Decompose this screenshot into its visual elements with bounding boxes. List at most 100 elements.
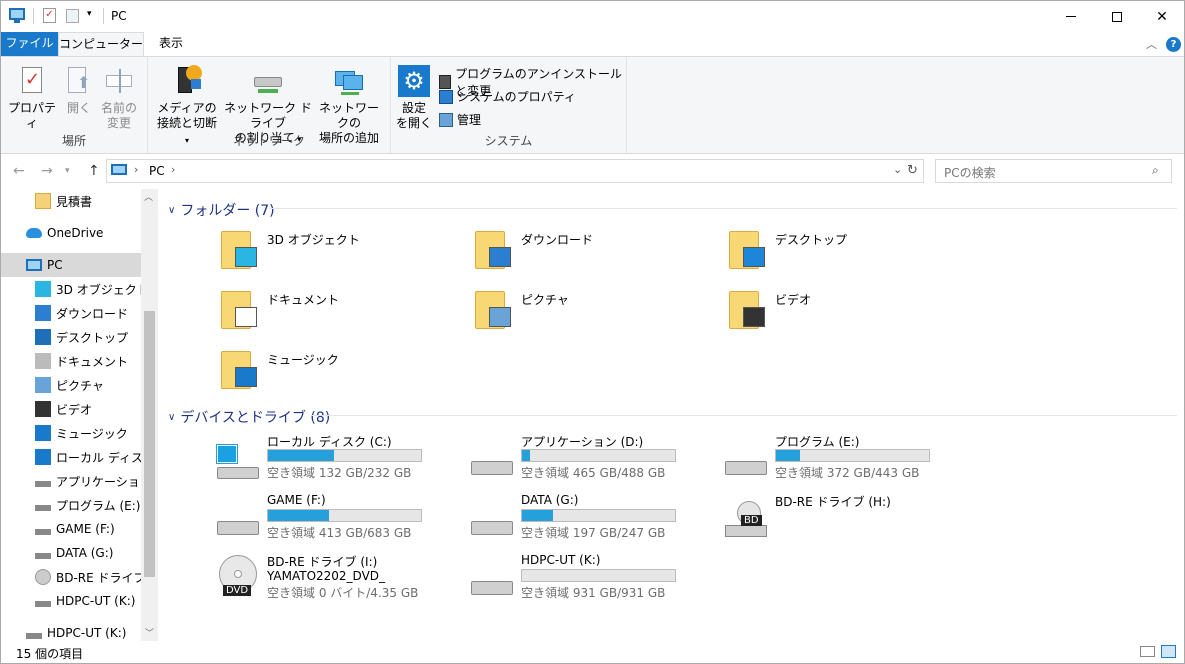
nav-item[interactable]: デスクトップ xyxy=(1,325,141,349)
folder-label: ピクチャ xyxy=(521,293,569,307)
drives-section-header[interactable]: ∨ デバイスとドライブ (8) xyxy=(168,407,330,427)
title-bar: ✓ ▾ PC ✕ xyxy=(1,1,1184,32)
folder-item[interactable]: ミュージック xyxy=(221,349,461,405)
drive-item[interactable]: プログラム (E:) 空き領域 372 GB/443 GB xyxy=(725,433,975,489)
properties-button[interactable]: ✓ プロパティ xyxy=(7,65,57,131)
large-icons-view-icon[interactable] xyxy=(1161,645,1176,658)
manage-button[interactable]: 管理 xyxy=(439,111,481,128)
nav-item-quote[interactable]: 見積書 xyxy=(1,189,141,213)
tab-view[interactable]: 表示 xyxy=(149,32,193,56)
folder-item[interactable]: ビデオ xyxy=(729,289,969,345)
folders-section-header[interactable]: ∨ フォルダー (7) xyxy=(168,200,275,220)
folder-item[interactable]: 3D オブジェクト xyxy=(221,229,461,285)
item-count: 15 個の項目 xyxy=(16,647,84,661)
drive-volume-label: YAMATO2202_DVD_ xyxy=(267,569,386,583)
disc-icon xyxy=(35,569,51,585)
group-system: ⚙ 設定 を開く プログラムのアンインストールと変更 システムのプロパティ 管理… xyxy=(391,57,627,153)
drive-item[interactable]: DATA (G:) 空き領域 197 GB/247 GB xyxy=(471,493,721,549)
drive-free-space: 空き領域 413 GB/683 GB xyxy=(267,526,412,540)
hard-drive-icon xyxy=(471,461,513,475)
ribbon: ✓ プロパティ ⬆ 開く 名前の 変更 場所 メディアの 接続と切断 ▾ ネット… xyxy=(1,56,1184,154)
hard-drive-icon xyxy=(725,461,767,475)
drive-name: HDPC-UT (K:) xyxy=(521,553,601,567)
drive-name: BD-RE ドライブ (I:) xyxy=(267,555,378,569)
music-icon xyxy=(235,367,257,387)
desktop-icon xyxy=(35,329,51,345)
nav-item[interactable]: ビデオ xyxy=(1,397,141,421)
drive-item[interactable]: BD BD-RE ドライブ (H:) xyxy=(725,493,975,549)
nav-item[interactable]: ピクチャ xyxy=(1,373,141,397)
download-icon xyxy=(489,247,511,267)
drive-name: ローカル ディスク (C:) xyxy=(267,435,392,449)
drive-item[interactable]: アプリケーション (D:) 空き領域 465 GB/488 GB xyxy=(471,433,721,489)
nav-item[interactable]: HDPC-UT (K:) xyxy=(1,589,141,613)
nav-item-onedrive[interactable]: OneDrive xyxy=(1,221,141,245)
drive-usage-bar xyxy=(267,449,422,462)
open-settings-button[interactable]: ⚙ 設定 を開く xyxy=(396,65,432,131)
picture-icon xyxy=(489,307,511,327)
crumb-separator-icon[interactable]: › xyxy=(134,163,138,176)
nav-item[interactable]: ドキュメント xyxy=(1,349,141,373)
refresh-icon[interactable]: ↻ xyxy=(907,163,918,178)
crumb-expand-icon[interactable]: › xyxy=(171,163,175,176)
properties-quick-icon[interactable]: ✓ xyxy=(43,8,56,23)
minimize-button[interactable] xyxy=(1048,1,1094,32)
nav-item[interactable]: プログラム (E:) xyxy=(1,493,141,517)
rename-button[interactable]: 名前の 変更 xyxy=(99,65,139,131)
onedrive-cloud-icon xyxy=(26,228,42,238)
breadcrumb-pc[interactable]: PC xyxy=(149,164,165,178)
nav-scroll-thumb[interactable] xyxy=(144,311,155,577)
recent-locations-icon[interactable]: ▾ xyxy=(65,166,70,176)
close-button[interactable]: ✕ xyxy=(1139,1,1184,32)
folder-item[interactable]: ドキュメント xyxy=(221,289,461,345)
nav-item-pc[interactable]: PC xyxy=(1,253,141,277)
up-icon[interactable]: ↑ xyxy=(88,163,100,179)
nav-item[interactable]: ローカル ディスク (C:) xyxy=(1,445,141,469)
folder-label: ミュージック xyxy=(267,353,339,367)
folder-label: 3D オブジェクト xyxy=(267,233,360,247)
open-button[interactable]: ⬆ 開く xyxy=(61,65,97,116)
window-title: PC xyxy=(111,9,127,23)
maximize-button[interactable] xyxy=(1094,1,1140,32)
network-drive-icon xyxy=(252,65,284,97)
nav-item[interactable]: 3D オブジェクト xyxy=(1,277,141,301)
folder-item[interactable]: ダウンロード xyxy=(475,229,715,285)
folder-item[interactable]: ピクチャ xyxy=(475,289,715,345)
download-icon xyxy=(35,305,51,321)
nav-item-label: BD-RE ドライブ (I:) xyxy=(56,570,141,585)
scroll-down-icon[interactable]: ﹀ xyxy=(145,626,154,639)
drive-icon xyxy=(35,505,51,511)
drive-item[interactable]: ローカル ディスク (C:) 空き領域 132 GB/232 GB xyxy=(217,433,467,489)
nav-item[interactable]: DATA (G:) xyxy=(1,541,141,565)
cube-icon xyxy=(235,247,257,267)
drive-item[interactable]: HDPC-UT (K:) 空き領域 931 GB/931 GB xyxy=(471,553,721,609)
new-folder-quick-icon[interactable] xyxy=(66,9,79,23)
help-icon[interactable]: ? xyxy=(1166,37,1181,52)
search-input[interactable]: PCの検索 ⌕ xyxy=(935,159,1172,183)
nav-item-label: ビデオ xyxy=(56,402,93,417)
nav-item[interactable]: アプリケーション (D:) xyxy=(1,469,141,493)
settings-gear-icon: ⚙ xyxy=(398,65,430,97)
address-dropdown-icon[interactable]: ⌄ xyxy=(893,163,902,176)
drive-item[interactable]: GAME (F:) 空き領域 413 GB/683 GB xyxy=(217,493,467,549)
manage-icon xyxy=(439,112,453,127)
nav-item[interactable]: ダウンロード xyxy=(1,301,141,325)
drive-usage-bar xyxy=(267,509,422,522)
folder-item[interactable]: デスクトップ xyxy=(729,229,969,285)
tab-file[interactable]: ファイル xyxy=(1,32,58,56)
back-icon[interactable]: ← xyxy=(13,163,25,179)
forward-icon[interactable]: → xyxy=(41,163,53,179)
system-properties-button[interactable]: システムのプロパティ xyxy=(439,88,576,105)
details-view-icon[interactable] xyxy=(1140,646,1155,657)
nav-item[interactable]: GAME (F:) xyxy=(1,517,141,541)
scroll-up-icon[interactable]: ︿ xyxy=(144,190,153,203)
tab-computer[interactable]: コンピューター xyxy=(58,32,144,56)
customize-quick-access-icon[interactable]: ▾ xyxy=(87,9,92,19)
address-bar[interactable]: › PC › ⌄ ↻ xyxy=(106,159,924,183)
nav-item[interactable]: ミュージック xyxy=(1,421,141,445)
drive-item[interactable]: DVD BD-RE ドライブ (I:) YAMATO2202_DVD_ 空き領域 0 … xyxy=(217,553,467,609)
collapse-ribbon-icon[interactable]: ︿ xyxy=(1146,36,1157,52)
nav-item[interactable]: BD-RE ドライブ (I:) xyxy=(1,565,141,589)
drive-free-space: 空き領域 0 バイト/4.35 GB xyxy=(267,586,419,600)
cube-icon xyxy=(35,281,51,297)
